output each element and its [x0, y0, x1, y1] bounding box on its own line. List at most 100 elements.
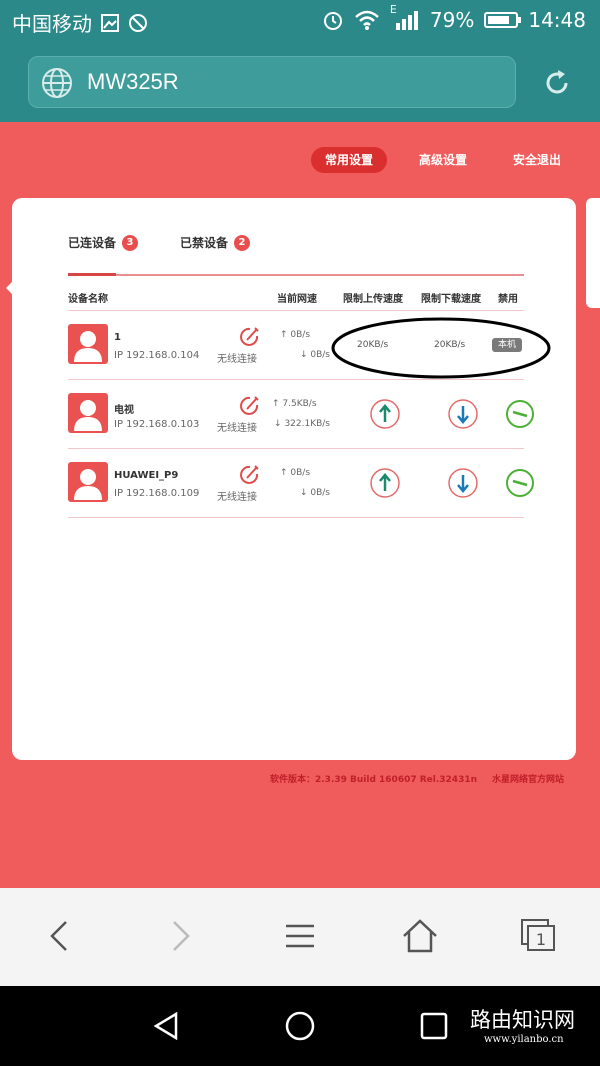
back-icon[interactable] — [40, 916, 80, 956]
row-divider — [68, 517, 524, 518]
menu-icon[interactable] — [280, 916, 320, 956]
watermark-text: 路由知识网 — [470, 1008, 575, 1032]
user-icon — [74, 400, 102, 431]
edit-icon[interactable] — [238, 326, 260, 348]
device-ip: IP 192.168.0.103 — [114, 419, 200, 430]
browser-address-bar: MW325R — [0, 42, 600, 122]
user-icon — [74, 331, 102, 362]
connection-type: 无线连接 — [217, 423, 257, 434]
upload-limit-button[interactable] — [370, 468, 400, 498]
nav-logout[interactable]: 安全退出 — [506, 147, 568, 173]
download-speed: ↓ 322.1KB/s — [264, 419, 330, 429]
avatar — [68, 324, 108, 364]
count-badge: 2 — [234, 234, 251, 251]
download-speed-value: 0B/s — [310, 488, 330, 498]
system-home-icon[interactable] — [284, 1010, 316, 1042]
no-disturb-icon — [129, 13, 147, 32]
status-right: E 79% 14:48 — [322, 3, 586, 32]
count-badge: 3 — [122, 234, 139, 251]
tab-blocked-devices[interactable]: 已禁设备 2 — [180, 234, 251, 251]
battery-icon — [484, 12, 522, 28]
image-icon — [101, 13, 119, 32]
edit-icon[interactable] — [238, 464, 260, 486]
table-row: HUAWEI_P9 IP 192.168.0.109 无线连接 ↑ 0B/s ↓… — [68, 450, 534, 518]
header-current-speed: 当前网速 — [277, 294, 317, 305]
home-icon[interactable] — [400, 916, 440, 956]
watermark-url: www.yilanbo.cn — [484, 1034, 564, 1045]
tab-active-indicator — [68, 273, 116, 276]
header-upload-limit: 限制上传速度 — [343, 294, 403, 305]
ban-button[interactable] — [505, 399, 535, 429]
url-text: MW325R — [87, 69, 179, 94]
annotation-ellipse — [331, 317, 551, 379]
alarm-icon — [323, 12, 342, 30]
header-download-limit: 限制下载速度 — [421, 294, 481, 305]
forward-icon[interactable] — [160, 916, 200, 956]
download-limit-button[interactable] — [448, 399, 478, 429]
upload-speed: ↑ 0B/s — [280, 468, 310, 478]
system-recents-icon[interactable] — [418, 1010, 450, 1042]
arrow-up-icon: ↑ — [280, 468, 291, 478]
upload-limit-button[interactable] — [370, 399, 400, 429]
reload-icon[interactable] — [542, 68, 572, 98]
download-limit-button[interactable] — [448, 468, 478, 498]
device-ip: IP 192.168.0.104 — [114, 350, 200, 361]
top-nav: 常用设置 高级设置 安全退出 — [0, 147, 600, 175]
signal-icon: E — [390, 3, 420, 31]
arrow-down-icon: ↓ — [299, 488, 311, 498]
arrow-up-icon: ↑ — [272, 399, 283, 409]
wifi-icon — [355, 10, 379, 30]
official-site-link[interactable]: 水星网络官方网站 — [492, 772, 564, 785]
software-version: 软件版本：2.3.39 Build 160607 Rel.32431n — [270, 775, 477, 785]
side-panel-edge — [586, 198, 600, 308]
battery-fill — [488, 16, 510, 24]
svg-text:1: 1 — [536, 930, 546, 949]
download-speed: ↓ 0B/s — [268, 488, 330, 498]
arrow-down-icon: ↓ — [299, 350, 311, 360]
tab-label: 已连设备 — [68, 236, 117, 250]
ban-button[interactable] — [505, 468, 535, 498]
device-ip: IP 192.168.0.109 — [114, 488, 200, 499]
nav-common-settings[interactable]: 常用设置 — [311, 147, 387, 173]
header-device-name: 设备名称 — [68, 294, 108, 305]
carrier-label: 中国移动 — [12, 12, 92, 36]
tab-divider — [68, 274, 524, 276]
tabs-icon[interactable]: 1 — [518, 916, 558, 956]
device-name: 电视 — [114, 405, 134, 416]
upload-speed-value: 0B/s — [290, 330, 311, 340]
upload-speed-value: 7.5KB/s — [282, 399, 317, 409]
tab-connected-devices[interactable]: 已连设备 3 — [68, 234, 139, 251]
row-divider — [68, 448, 524, 449]
upload-speed: ↑ 7.5KB/s — [272, 399, 317, 409]
connection-type: 无线连接 — [217, 354, 257, 365]
device-name: HUAWEI_P9 — [114, 470, 179, 481]
arrow-up-icon: ↑ — [280, 330, 291, 340]
system-nav-bar: 路由知识网 www.yilanbo.cn — [0, 986, 600, 1066]
nav-advanced-settings[interactable]: 高级设置 — [412, 147, 474, 173]
upload-speed-value: 0B/s — [290, 468, 311, 478]
battery-percent: 79% — [429, 8, 475, 32]
status-left: 中国移动 — [12, 8, 148, 37]
device-name: 1 — [114, 332, 121, 343]
header-divider — [68, 310, 524, 311]
download-speed-value: 0B/s — [310, 350, 330, 360]
device-panel: 已连设备 3 已禁设备 2 设备名称 当前网速 限制上传速度 限制下载速度 禁用… — [12, 198, 576, 760]
arrow-down-icon: ↓ — [274, 419, 285, 429]
table-row: 电视 IP 192.168.0.103 无线连接 ↑ 7.5KB/s ↓ 322… — [68, 381, 534, 449]
user-icon — [74, 469, 102, 500]
connection-type: 无线连接 — [217, 492, 257, 503]
edit-icon[interactable] — [238, 395, 260, 417]
status-bar: 中国移动 E 79% 14:48 — [0, 0, 600, 42]
clock: 14:48 — [528, 8, 586, 32]
avatar — [68, 393, 108, 433]
url-field[interactable]: MW325R — [28, 56, 516, 108]
upload-speed: ↑ 0B/s — [280, 330, 310, 340]
avatar — [68, 462, 108, 502]
globe-icon — [42, 68, 72, 98]
system-back-icon[interactable] — [150, 1010, 182, 1042]
browser-toolbar: 1 — [0, 888, 600, 986]
tab-label: 已禁设备 — [180, 236, 229, 250]
download-speed-value: 322.1KB/s — [284, 419, 330, 429]
header-ban: 禁用 — [498, 294, 518, 305]
download-speed: ↓ 0B/s — [268, 350, 330, 360]
